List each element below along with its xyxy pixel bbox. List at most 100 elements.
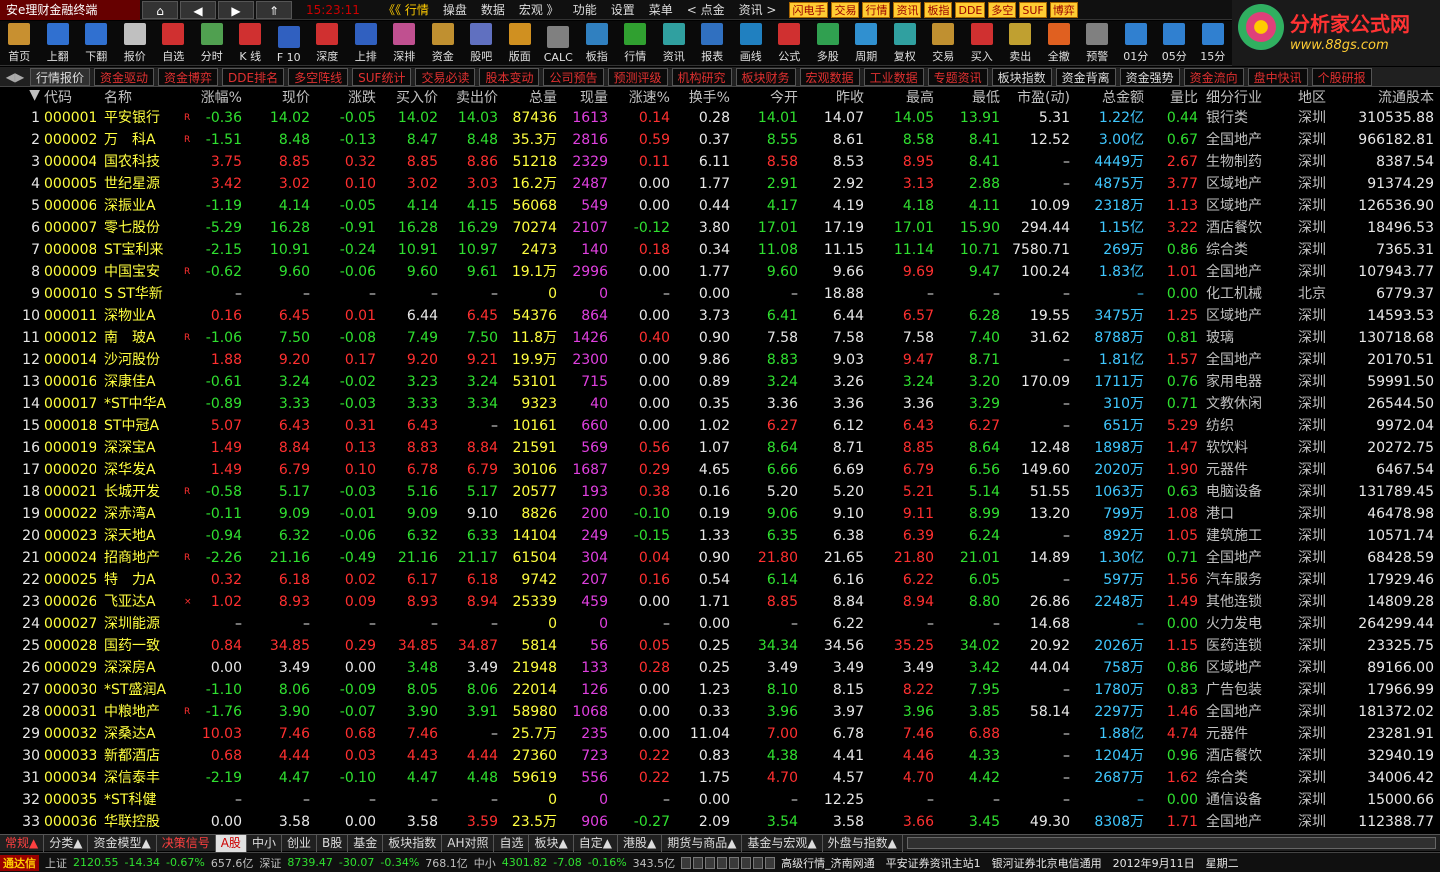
bottom-tab[interactable]: 分类▲: [44, 835, 89, 852]
column-header[interactable]: 名称: [104, 87, 182, 107]
menu-item[interactable]: 宏观 》: [512, 1, 566, 18]
toolbar-button-20[interactable]: 公式: [770, 21, 809, 66]
table-row[interactable]: 20 000023 深天地A -0.94 6.32 -0.06 6.32 6.33 14104 2…: [0, 525, 1440, 547]
column-header[interactable]: 量比: [1146, 87, 1198, 107]
column-header[interactable]: 买入价: [380, 87, 438, 107]
quick-button[interactable]: 多空: [988, 1, 1017, 18]
toolbar-button-7[interactable]: F 10: [270, 21, 309, 66]
bottom-tab[interactable]: 外盘与指数▲: [823, 835, 903, 852]
toolbar-button-12[interactable]: 股吧: [462, 21, 501, 66]
table-row[interactable]: 30 000033 新都酒店 0.68 4.44 0.03 4.43 4.44 27360 723…: [0, 745, 1440, 767]
home-icon[interactable]: ⌂: [142, 0, 178, 19]
info-tab[interactable]: 行情报价: [30, 67, 91, 86]
info-tab[interactable]: 预测评级: [607, 67, 668, 86]
menu-item[interactable]: 操盘: [436, 1, 474, 18]
table-row[interactable]: 22 000025 特 力A 0.32 6.18 0.02 6.17 6.18 9742 207 0…: [0, 569, 1440, 591]
menu-item[interactable]: 数据: [474, 1, 512, 18]
toolbar-button-23[interactable]: 复权: [886, 21, 925, 66]
info-tab[interactable]: DDE排名: [222, 67, 285, 86]
info-tab[interactable]: 板块财务: [735, 67, 796, 86]
column-header[interactable]: 涨速%: [612, 87, 670, 107]
bottom-tab[interactable]: 基金: [348, 835, 384, 852]
table-row[interactable]: 28 000031 中粮地产 R -1.76 3.90 -0.07 3.90 3.91 58980…: [0, 701, 1440, 723]
bottom-tab[interactable]: 自选: [494, 835, 530, 852]
info-tab[interactable]: 股本变动: [479, 67, 540, 86]
column-header[interactable]: 最低: [940, 87, 1000, 107]
table-row[interactable]: 23 000026 飞亚达A × 1.02 8.93 0.09 8.93 8.94 25339 45…: [0, 591, 1440, 613]
column-header[interactable]: 细分行业: [1206, 87, 1274, 107]
info-tab[interactable]: 专题资讯: [927, 67, 988, 86]
toolbar-button-13[interactable]: 版面: [501, 21, 540, 66]
toolbar-button-4[interactable]: 自选: [154, 21, 193, 66]
toolbar-button-21[interactable]: 多股: [809, 21, 848, 66]
table-row[interactable]: 15 000018 ST中冠A 5.07 6.43 0.31 6.43–10161 660 0.…: [0, 415, 1440, 437]
column-header[interactable]: 最高: [870, 87, 934, 107]
quick-button[interactable]: 行情: [862, 1, 891, 18]
sort-icon[interactable]: ▼: [0, 87, 40, 103]
table-row[interactable]: 16 000019 深深宝A 1.49 8.84 0.13 8.83 8.84 21591 569…: [0, 437, 1440, 459]
column-header[interactable]: 涨跌: [316, 87, 376, 107]
menu-item[interactable]: 设置: [604, 1, 642, 18]
info-tab[interactable]: 公司预告: [543, 67, 604, 86]
table-row[interactable]: 32 000035 *ST科健 – – – – – 0 0 – 0.00 – 12.25 – – – – 0.00 通…: [0, 789, 1440, 811]
info-tab[interactable]: 资金强势: [1119, 67, 1180, 86]
table-row[interactable]: 27 000030 *ST盛润A -1.10 8.06 -0.09 8.05 8.06 2201…: [0, 679, 1440, 701]
toolbar-button-24[interactable]: 交易: [924, 21, 963, 66]
menu-item[interactable]: 功能: [566, 1, 604, 18]
forward-icon[interactable]: ▶: [218, 0, 254, 19]
toolbar-button-25[interactable]: 买入: [963, 21, 1002, 66]
info-tab[interactable]: 板块指数: [991, 67, 1052, 86]
info-tab[interactable]: 宏观数据: [799, 67, 860, 86]
toolbar-button-18[interactable]: 报表: [693, 21, 732, 66]
bottom-tab[interactable]: AH对照: [442, 835, 495, 852]
back-icon[interactable]: ◀: [180, 0, 216, 19]
info-tab[interactable]: 机构研究: [671, 67, 732, 86]
info-tab[interactable]: 盘中快讯: [1247, 67, 1308, 86]
quick-button[interactable]: 资讯: [893, 1, 922, 18]
column-header[interactable]: 今开: [736, 87, 798, 107]
quick-button[interactable]: 交易: [831, 1, 860, 18]
table-row[interactable]: 10 000011 深物业A 0.16 6.45 0.01 6.44 6.45 54376 864…: [0, 305, 1440, 327]
bottom-tab[interactable]: 期货与商品▲: [662, 835, 743, 852]
toolbar-button-26[interactable]: 卖出: [1001, 21, 1040, 66]
toolbar-button-5[interactable]: 分时: [193, 21, 232, 66]
table-row[interactable]: 5 000006 深振业A -1.19 4.14 -0.05 4.14 4.15 56068 54…: [0, 195, 1440, 217]
table-row[interactable]: 25 000028 国药一致 0.84 34.85 0.29 34.85 34.87 5814 5…: [0, 635, 1440, 657]
collapse-icon[interactable]: ⇑: [256, 0, 292, 19]
table-row[interactable]: 2 000002 万 科A R -1.51 8.48 -0.13 8.47 8.48 35.3万 2…: [0, 129, 1440, 151]
table-row[interactable]: 24 000027 深圳能源 – – – – – 0 0 – 0.00 – 6.22 – – 14.68 – 0.0…: [0, 613, 1440, 635]
toolbar-button-15[interactable]: 板指: [578, 21, 617, 66]
bottom-tab[interactable]: 创业: [282, 835, 317, 852]
toolbar-button-1[interactable]: 上翻: [39, 21, 78, 66]
table-row[interactable]: 4 000005 世纪星源 3.42 3.02 0.10 3.02 3.03 16.2万 2487…: [0, 173, 1440, 195]
table-row[interactable]: 18 000021 长城开发 R -0.58 5.17 -0.03 5.16 5.17 20577…: [0, 481, 1440, 503]
table-row[interactable]: 14 000017 *ST中华A -0.89 3.33 -0.03 3.33 3.34 9323…: [0, 393, 1440, 415]
menu-item[interactable]: 菜单: [642, 1, 680, 18]
toolbar-button-31[interactable]: 15分: [1194, 21, 1233, 66]
quick-button[interactable]: 板指: [924, 1, 953, 18]
quick-button[interactable]: SUF: [1019, 1, 1047, 18]
toolbar-button-3[interactable]: 报价: [116, 21, 155, 66]
toolbar-button-16[interactable]: 行情: [616, 21, 655, 66]
column-header[interactable]: 市盈(动): [1006, 87, 1070, 107]
menu-item[interactable]: 资讯 >: [732, 1, 784, 18]
bottom-tab[interactable]: 资金模型▲: [88, 835, 157, 852]
toolbar-button-0[interactable]: 首页: [0, 21, 39, 66]
column-header[interactable]: 现价: [250, 87, 310, 107]
menu-item[interactable]: 《《 行情: [376, 1, 436, 18]
table-row[interactable]: 33 000036 华联控股 0.00 3.58 0.00 3.58 3.59 23.5万 906…: [0, 811, 1440, 833]
info-tab[interactable]: 交易必读: [415, 67, 476, 86]
bottom-tab[interactable]: 基金与宏观▲: [742, 835, 823, 852]
table-row[interactable]: 21 000024 招商地产 R -2.26 21.16 -0.49 21.16 21.17 61…: [0, 547, 1440, 569]
column-header[interactable]: 换手%: [672, 87, 730, 107]
column-header[interactable]: 总量: [500, 87, 557, 107]
info-tab[interactable]: 资金背离: [1055, 67, 1116, 86]
info-tab[interactable]: 资金博弈: [158, 67, 219, 86]
table-row[interactable]: 11 000012 南 玻A R -1.06 7.50 -0.08 7.49 7.50 11.8万…: [0, 327, 1440, 349]
table-row[interactable]: 9 000010 S ST华新 – – – – – 0 0 – 0.00 – 18.88 – – – – 0.00 化…: [0, 283, 1440, 305]
bottom-tab[interactable]: A股: [215, 835, 247, 852]
info-tab[interactable]: 多空阵线: [288, 67, 349, 86]
column-header[interactable]: 代码: [44, 87, 96, 107]
toolbar-button-9[interactable]: 上排: [347, 21, 386, 66]
column-header[interactable]: 现量: [560, 87, 608, 107]
